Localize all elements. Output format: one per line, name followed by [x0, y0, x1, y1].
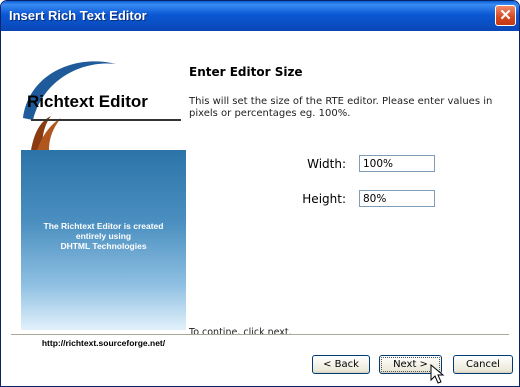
close-icon: ✕ [499, 7, 512, 24]
wizard-panel: Richtext Editor The Richtext Editor is c… [1, 31, 519, 386]
button-separator [11, 334, 509, 335]
logo-text: Richtext Editor [27, 92, 148, 111]
cancel-button[interactable]: Cancel [453, 355, 513, 374]
banner-tagline: The Richtext Editor is created entirely … [21, 221, 186, 251]
page-heading: Enter Editor Size [189, 65, 303, 79]
dialog-window: Insert Rich Text Editor ✕ Richtext Edito… [0, 0, 520, 387]
width-input[interactable]: 100% [359, 155, 435, 172]
height-label: Height: [302, 192, 346, 206]
tagline-line: entirely using [75, 231, 132, 241]
title-bar[interactable]: Insert Rich Text Editor ✕ [1, 1, 519, 31]
logo-divider [31, 119, 181, 121]
mouse-pointer-icon [430, 364, 445, 384]
back-button[interactable]: < Back [312, 355, 370, 374]
tagline-line: The Richtext Editor is created [43, 221, 164, 231]
tagline-line: DHTML Technologies [60, 241, 147, 251]
logo-area: Richtext Editor [21, 58, 186, 150]
page-description: This will set the size of the RTE editor… [189, 96, 493, 119]
continue-hint: To contine, click next. [189, 327, 292, 338]
window-title: Insert Rich Text Editor [9, 8, 147, 23]
width-label: Width: [307, 157, 346, 171]
sidebar-banner: Richtext Editor The Richtext Editor is c… [21, 58, 186, 356]
close-button[interactable]: ✕ [495, 5, 516, 26]
height-input[interactable]: 80% [359, 190, 435, 207]
